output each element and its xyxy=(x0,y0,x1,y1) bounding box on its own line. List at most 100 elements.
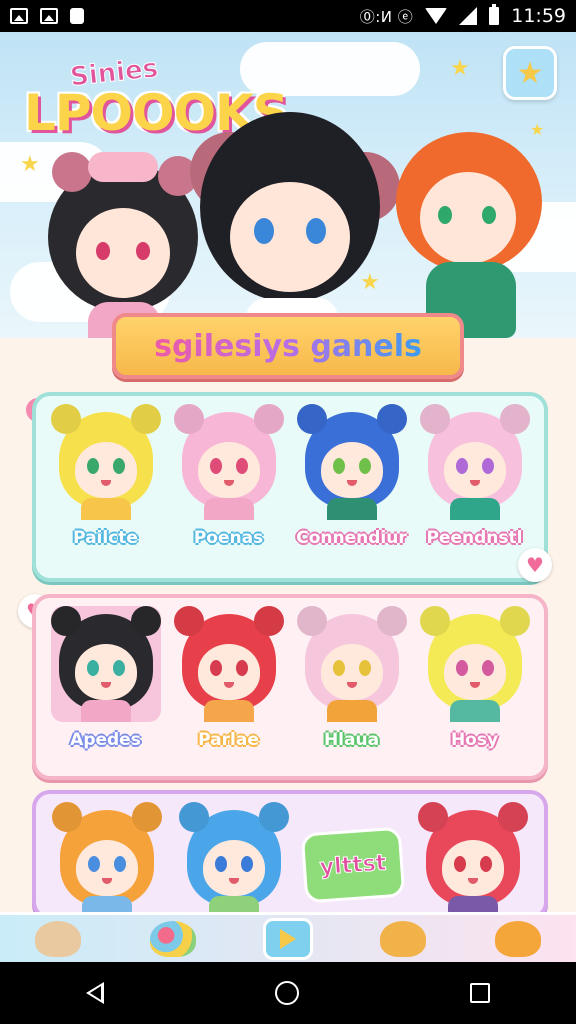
character-face xyxy=(443,644,506,700)
character-eye xyxy=(479,856,492,872)
character-eye xyxy=(86,660,99,676)
character-face xyxy=(74,442,137,498)
character-row-3: ylttst xyxy=(32,790,548,920)
character-row-2-items: Apedes Parlae Hlaua Hosy xyxy=(44,606,536,768)
character-eye xyxy=(455,660,468,676)
back-icon[interactable] xyxy=(85,982,104,1004)
character-outfit xyxy=(203,498,254,520)
character-eye xyxy=(455,458,468,474)
character-eye xyxy=(481,660,494,676)
play-button[interactable] xyxy=(259,916,317,962)
character-card[interactable]: Pailcte xyxy=(49,404,163,548)
character-eye xyxy=(332,660,345,676)
character-card[interactable]: Hosy xyxy=(418,606,532,750)
section-title-plate: sgilesiys ganels xyxy=(112,313,464,379)
character-outfit xyxy=(80,700,131,722)
character-card[interactable]: Peendnstl xyxy=(418,404,532,548)
wifi-icon xyxy=(425,8,448,24)
character-eye xyxy=(114,856,127,872)
character-face xyxy=(443,442,506,498)
character-face xyxy=(320,644,383,700)
star-decoration: ★ xyxy=(450,56,470,81)
character-hair-bun xyxy=(130,404,161,434)
lion-icon[interactable] xyxy=(489,916,547,962)
character-outfit xyxy=(203,700,254,722)
character-eye xyxy=(88,856,101,872)
character-hair-bun xyxy=(376,606,407,636)
status-left xyxy=(10,8,84,24)
system-nav-bar xyxy=(0,962,576,1024)
character-hair-bun xyxy=(499,606,530,636)
character-mouth xyxy=(223,480,234,486)
character-hair-bun xyxy=(499,404,530,434)
character-name-label: Peendnstl xyxy=(426,528,523,548)
character-portrait xyxy=(296,404,407,520)
character-eye xyxy=(112,660,125,676)
character-card[interactable]: Parlae xyxy=(172,606,286,750)
recent-apps-icon[interactable] xyxy=(470,983,491,1003)
star-decoration: ★ xyxy=(360,270,380,295)
favorites-button[interactable]: ★ xyxy=(503,46,557,100)
character-mouth xyxy=(102,878,113,884)
character-mouth xyxy=(228,878,239,884)
star-decoration: ★ xyxy=(530,120,545,139)
character-portrait xyxy=(296,606,407,722)
signal-icon xyxy=(459,7,478,25)
character-eye xyxy=(209,458,222,474)
character-eye xyxy=(214,856,227,872)
character-face xyxy=(320,442,383,498)
dog-icon[interactable] xyxy=(29,916,87,962)
character-eye xyxy=(453,856,466,872)
character-outfit xyxy=(80,498,131,520)
hero-character-center xyxy=(190,102,400,338)
character-name-label: Parlae xyxy=(198,730,259,750)
character-card[interactable]: Poenas xyxy=(172,404,286,548)
character-hair-bun xyxy=(419,606,450,636)
character-outfit xyxy=(449,498,500,520)
character-hair-bun xyxy=(296,606,327,636)
character-hair-bun xyxy=(132,802,163,832)
character-eye xyxy=(209,660,222,676)
bear-icon[interactable] xyxy=(374,916,432,962)
character-face xyxy=(76,840,139,896)
star-decoration: ★ xyxy=(20,152,40,177)
home-icon[interactable] xyxy=(274,981,299,1005)
character-hair-bun xyxy=(296,404,327,434)
character-name-label: Connendiur xyxy=(296,528,407,548)
special-tag-button[interactable]: ylttst xyxy=(300,826,406,904)
character-mouth xyxy=(346,682,357,688)
character-portrait xyxy=(52,802,163,918)
character-card[interactable] xyxy=(416,802,530,918)
character-row-2: Apedes Parlae Hlaua Hosy xyxy=(32,594,548,780)
character-portrait xyxy=(419,606,530,722)
character-card[interactable] xyxy=(50,802,164,918)
character-card[interactable] xyxy=(177,802,291,918)
character-eye xyxy=(358,458,371,474)
character-hair-bun xyxy=(253,404,284,434)
photo-icon xyxy=(40,8,58,24)
candy-bowl-icon[interactable] xyxy=(144,916,202,962)
character-hair-bun xyxy=(253,606,284,636)
image-icon xyxy=(10,8,28,24)
character-eye xyxy=(240,856,253,872)
character-mouth xyxy=(467,878,478,884)
character-name-label: Hlaua xyxy=(323,730,380,750)
character-hair-bun xyxy=(376,404,407,434)
character-mouth xyxy=(346,480,357,486)
character-outfit xyxy=(326,498,377,520)
character-eye xyxy=(235,458,248,474)
character-card[interactable]: Connendiur xyxy=(295,404,409,548)
character-name-label: Poenas xyxy=(193,528,264,548)
character-portrait xyxy=(417,802,528,918)
play-icon xyxy=(279,928,296,949)
character-portrait xyxy=(50,606,161,722)
character-hair-bun xyxy=(173,404,204,434)
status-time: 11:59 xyxy=(511,5,566,27)
section-title: sgilesiys ganels xyxy=(154,328,422,364)
character-face xyxy=(202,840,265,896)
character-card[interactable]: Apedes xyxy=(49,606,163,750)
character-face xyxy=(441,840,504,896)
heart-icon[interactable]: ♥ xyxy=(518,548,552,582)
character-card[interactable]: Hlaua xyxy=(295,606,409,750)
hero-character-right xyxy=(396,112,546,338)
